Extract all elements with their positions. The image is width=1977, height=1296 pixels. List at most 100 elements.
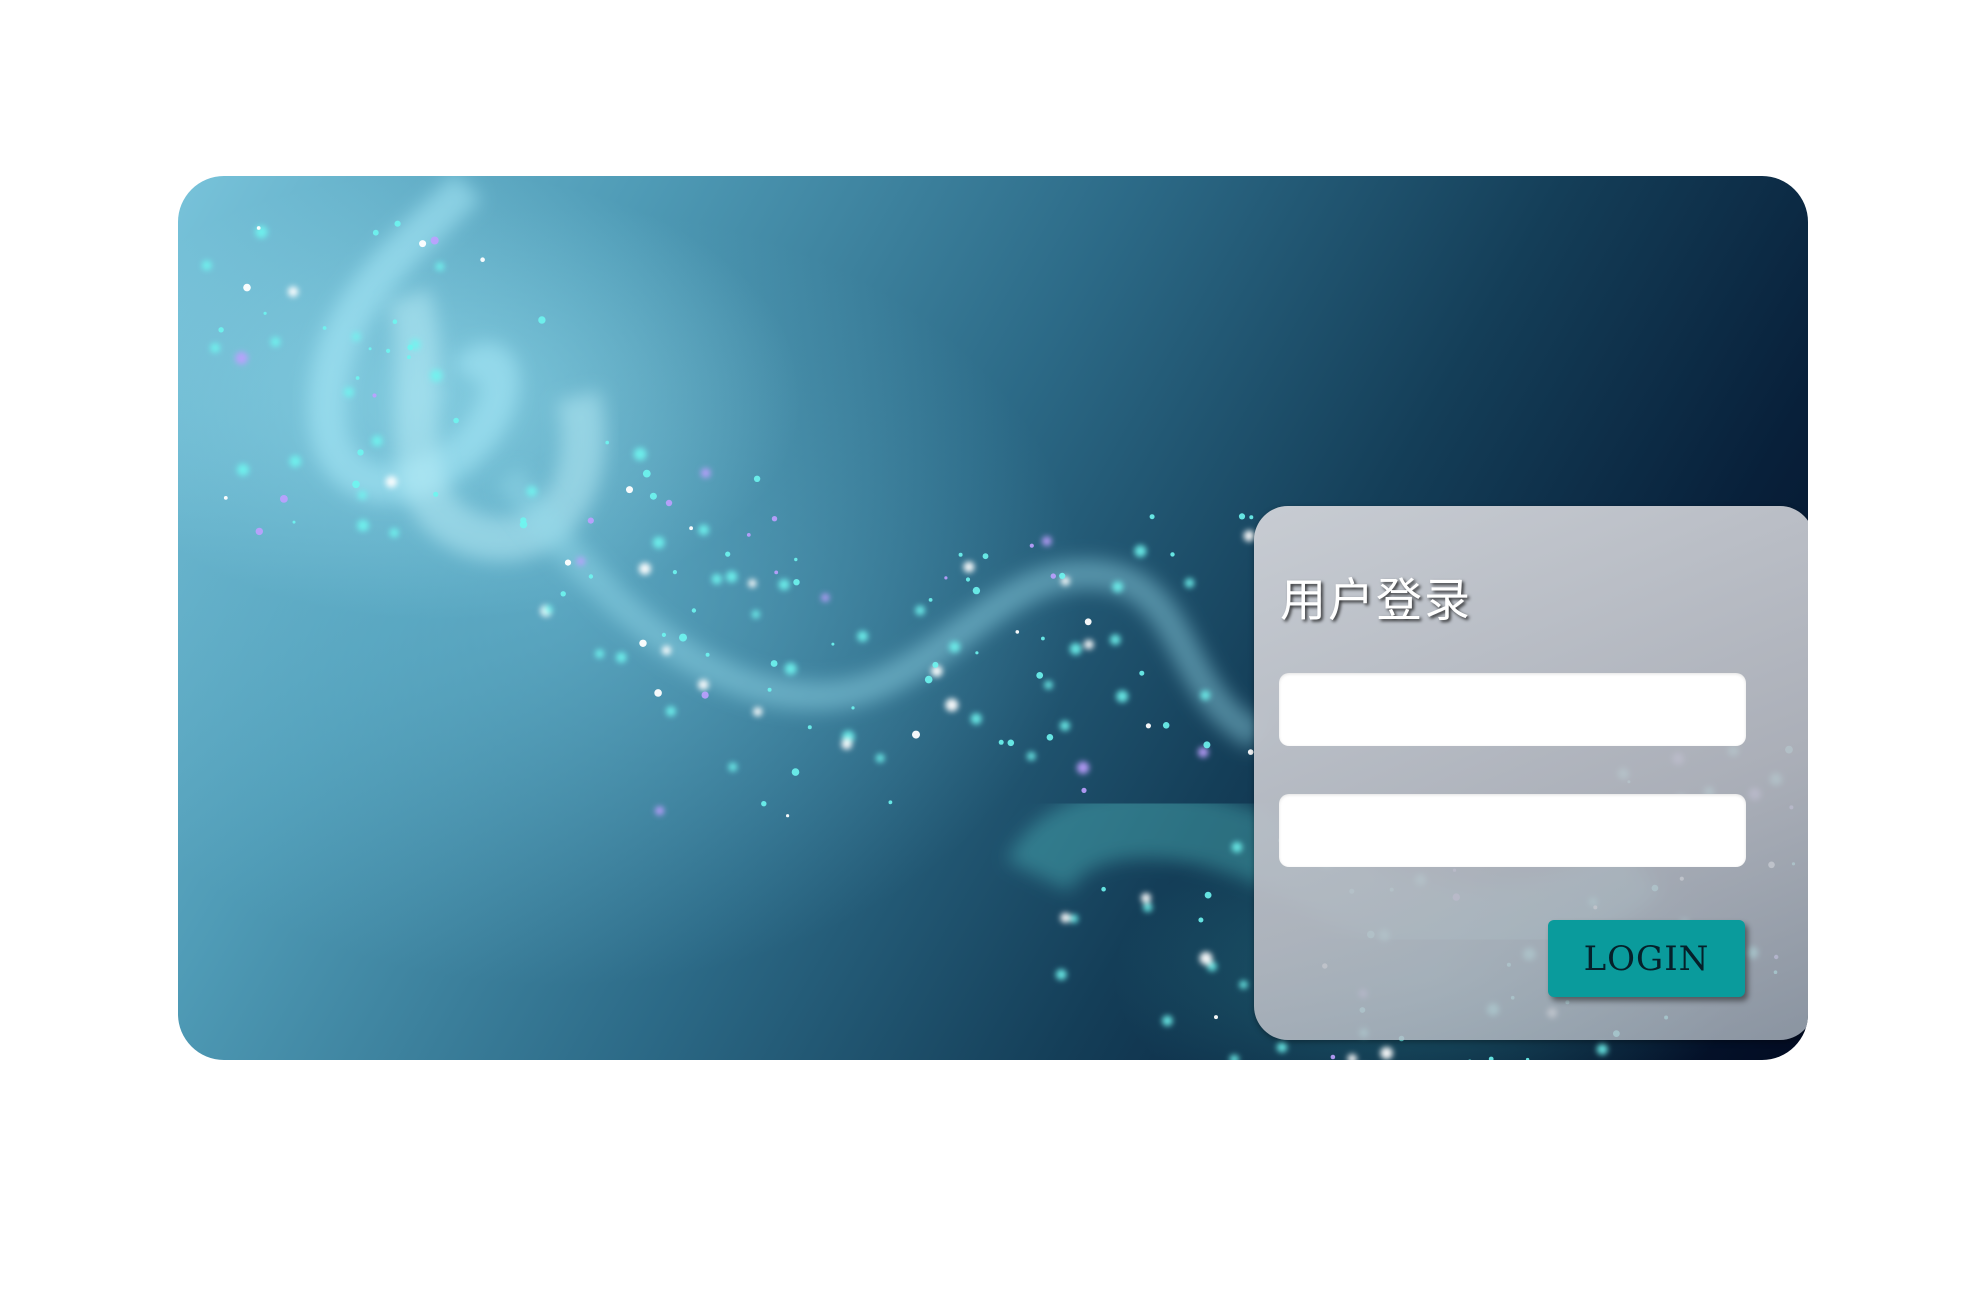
password-input[interactable]	[1279, 794, 1746, 867]
sparkle-dot	[256, 226, 261, 230]
sparkle-dot	[526, 486, 537, 497]
sparkle-dot	[915, 605, 925, 616]
sparkle-dot	[1145, 723, 1151, 729]
sparkle-dot	[1116, 690, 1129, 703]
sparkle-dot	[639, 639, 647, 647]
sparkle-dot	[1110, 634, 1121, 645]
sparkle-dot	[771, 516, 778, 522]
sparkle-dot	[1203, 741, 1211, 749]
sparkle-dot	[821, 593, 830, 602]
sparkle-dot	[1468, 1059, 1472, 1060]
sparkle-dot	[1204, 891, 1212, 899]
sparkle-dot	[1041, 636, 1045, 641]
sparkle-dot	[767, 687, 772, 692]
sparkle-dot	[237, 463, 249, 476]
sparkle-dot	[1488, 1056, 1494, 1060]
sparkle-dot	[1149, 514, 1155, 520]
sparkle-dot	[1036, 672, 1044, 679]
sparkle-dot	[1081, 787, 1087, 794]
sparkle-dot	[753, 707, 763, 717]
sparkle-dot	[1046, 734, 1054, 741]
sparkle-dot	[1015, 630, 1020, 634]
sparkle-dot	[655, 806, 665, 816]
sparkle-dot	[982, 553, 989, 560]
sparkle-dot	[700, 468, 711, 478]
sparkle-dot	[928, 598, 933, 602]
sparkle-dot	[433, 491, 439, 497]
sparkle-dot	[875, 753, 885, 763]
sparkle-dot	[774, 570, 779, 575]
sparkle-dot	[841, 738, 852, 750]
sparkle-dot	[689, 526, 693, 531]
sparkle-dot	[705, 652, 710, 657]
login-title: 用户登录	[1280, 573, 1472, 627]
sparkle-dot	[435, 262, 445, 271]
sparkle-dot	[1141, 893, 1151, 903]
sparkle-dot	[1170, 552, 1175, 557]
sparkle-dot	[1069, 914, 1079, 923]
sparkle-dot	[642, 469, 651, 478]
sparkle-dot	[1041, 536, 1052, 546]
sparkle-dot	[564, 559, 572, 566]
login-button[interactable]: LOGIN	[1548, 920, 1745, 997]
sparkle-dot	[949, 641, 961, 653]
sparkle-dot	[543, 605, 553, 615]
sparkle-dot	[430, 236, 439, 245]
sparkle-dot	[201, 260, 212, 271]
sparkle-dot	[626, 486, 633, 494]
sparkle-dot	[292, 520, 296, 524]
sparkle-dot	[1083, 639, 1094, 650]
sparkle-dot	[975, 651, 979, 655]
sparkle-dot	[1101, 886, 1106, 892]
sparkle-dot	[751, 610, 760, 619]
sparkle-dot	[1347, 1054, 1357, 1060]
sparkle-dot	[1134, 545, 1147, 558]
sparkle-dot	[1200, 690, 1211, 701]
sparkle-dot	[1249, 515, 1254, 520]
sparkle-dot	[1214, 1015, 1218, 1020]
sparkle-dot	[1380, 1046, 1393, 1060]
sparkle-dot	[270, 337, 281, 347]
sparkle-dot	[633, 447, 647, 461]
sparkle-dot	[649, 492, 657, 500]
sparkle-dot	[748, 579, 757, 588]
sparkle-dot	[679, 633, 687, 642]
sparkle-dot	[965, 577, 971, 582]
sparkle-dot	[1007, 739, 1015, 747]
sparkle-dot	[287, 286, 299, 297]
username-input[interactable]	[1279, 673, 1746, 746]
sparkle-dot	[595, 649, 605, 659]
sparkle-dot	[725, 571, 738, 583]
sparkle-dot	[1139, 670, 1145, 676]
sparkle-dot	[1162, 1015, 1173, 1027]
sparkle-dot	[210, 343, 221, 353]
login-panel: 用户登录 LOGIN	[1254, 506, 1808, 1040]
sparkle-dot	[778, 579, 790, 591]
sparkle-dot	[1596, 1043, 1608, 1055]
sparkle-dot	[1076, 761, 1090, 774]
sparkle-dot	[958, 552, 963, 557]
sparkle-dot	[372, 229, 379, 236]
sparkle-dot	[652, 536, 665, 549]
sparkle-dot	[368, 347, 372, 351]
sparkle-dot	[851, 706, 855, 710]
sparkle-dot	[1238, 513, 1246, 520]
sparkle-dot	[394, 220, 401, 227]
sparkle-dot	[1330, 1054, 1336, 1060]
sparkle-dot	[1060, 912, 1071, 923]
sparkle-dot	[453, 417, 459, 424]
sparkle-dot	[605, 440, 609, 445]
sparkle-dot	[932, 661, 939, 668]
sparkle-dot	[385, 476, 398, 488]
sparkle-dot	[1197, 747, 1209, 758]
sparkle-dot	[661, 632, 666, 637]
sparkle-dot	[831, 642, 835, 646]
sparkle-dot	[888, 800, 893, 805]
sparkle-dot	[672, 570, 677, 575]
sparkle-dot	[243, 283, 251, 292]
sparkle-dot	[480, 257, 485, 262]
sparkle-dot	[945, 698, 959, 712]
sparkle-dot	[1069, 643, 1082, 655]
sparkle-dot	[753, 475, 761, 482]
sparkle-dot	[924, 675, 933, 684]
